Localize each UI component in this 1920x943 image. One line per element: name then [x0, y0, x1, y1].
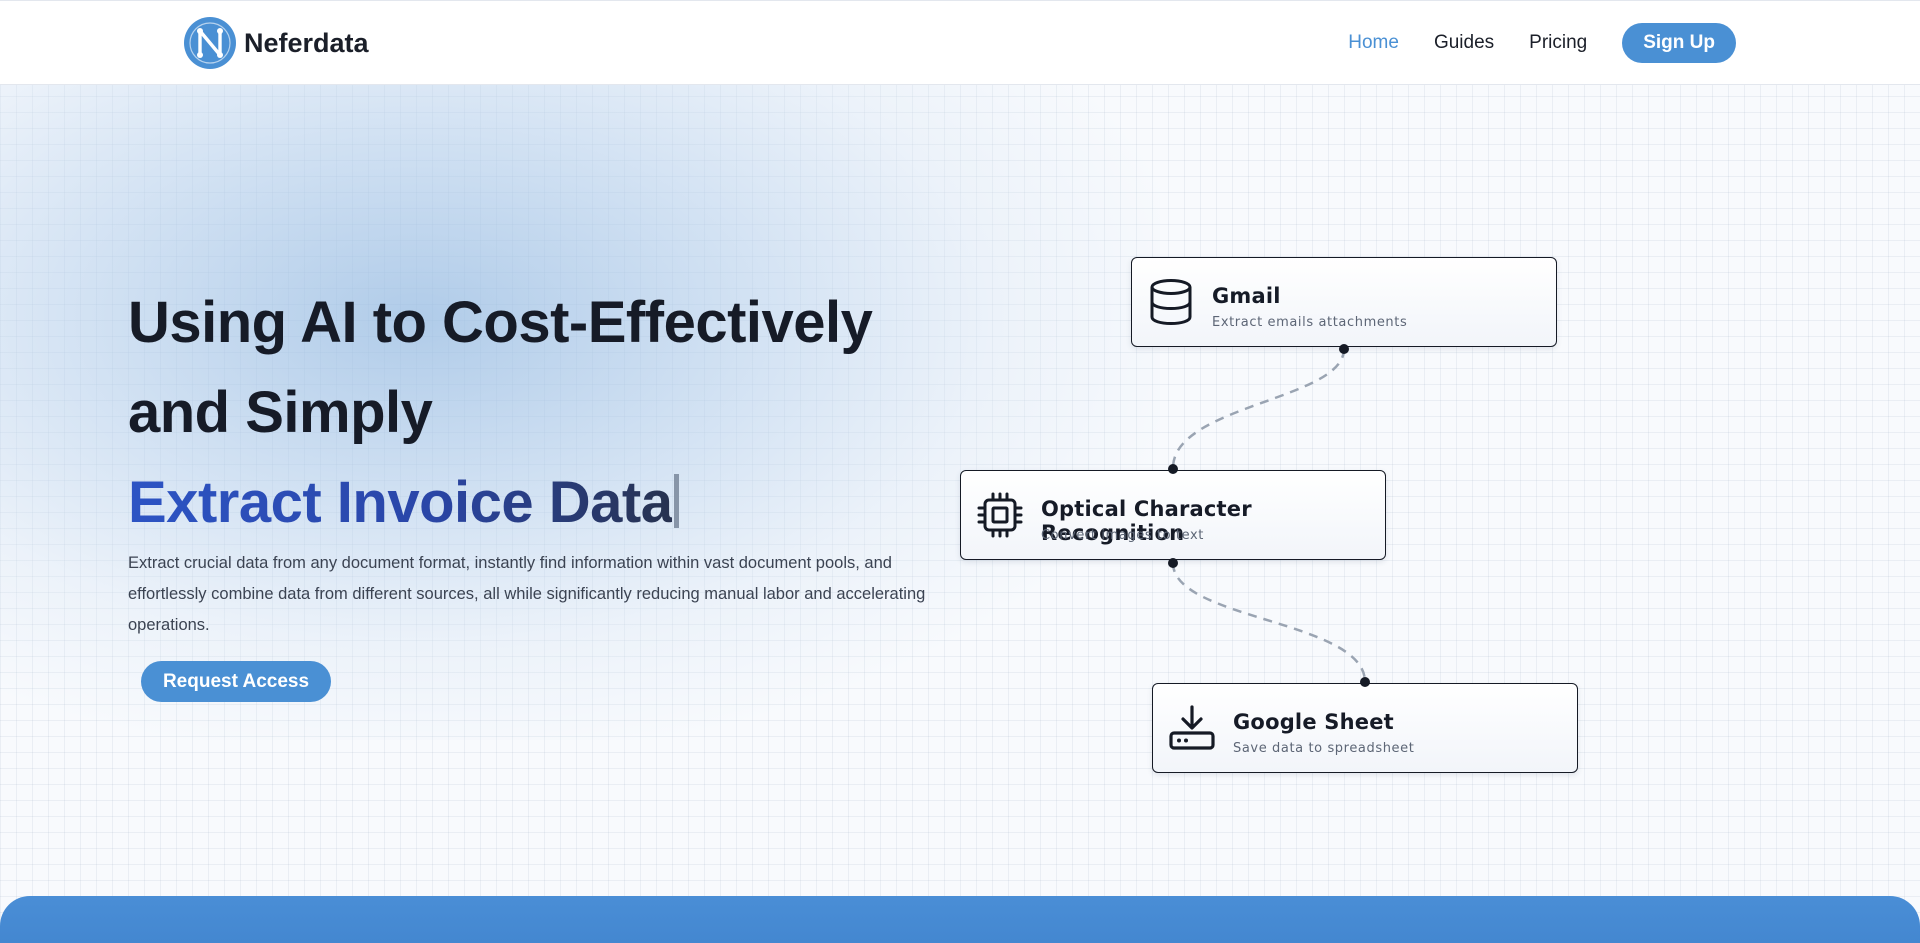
flow-node-subtitle: Extract emails attachments: [1212, 315, 1408, 330]
flow-edge-1: [1171, 348, 1346, 469]
main-nav: Home Guides Pricing Sign Up: [1313, 23, 1736, 63]
top-navbar: Neferdata Home Guides Pricing Sign Up: [0, 0, 1920, 85]
nav-guides-link[interactable]: Guides: [1434, 32, 1494, 54]
brand-logo-icon[interactable]: [184, 17, 236, 69]
flow-node-subtitle: Convert images to text: [1041, 528, 1204, 543]
flow-edge-2: [1171, 562, 1367, 683]
flow-node-ocr[interactable]: Optical Character Recognition Convert im…: [960, 470, 1386, 560]
footer-band: [0, 896, 1920, 943]
connector-dot[interactable]: [1337, 342, 1351, 356]
flow-node-google-sheet[interactable]: Google Sheet Save data to spreadsheet: [1152, 683, 1578, 773]
sign-up-button[interactable]: Sign Up: [1622, 23, 1736, 63]
flow-node-title: Google Sheet: [1233, 710, 1394, 734]
connector-dot[interactable]: [1166, 556, 1180, 570]
nav-pricing-link[interactable]: Pricing: [1529, 32, 1587, 54]
flow-edges: [1171, 348, 1367, 683]
flow-node-gmail[interactable]: Gmail Extract emails attachments: [1131, 257, 1557, 347]
flow-node-subtitle: Save data to spreadsheet: [1233, 741, 1415, 756]
database-icon: [1146, 277, 1196, 327]
connector-dot[interactable]: [1358, 675, 1372, 689]
flow-node-title: Gmail: [1212, 284, 1281, 308]
connector-dot[interactable]: [1166, 462, 1180, 476]
nav-home-link[interactable]: Home: [1348, 32, 1399, 54]
download-drive-icon: [1167, 703, 1217, 753]
brand[interactable]: Neferdata: [184, 17, 369, 69]
cpu-chip-icon: [975, 490, 1025, 540]
brand-name[interactable]: Neferdata: [244, 28, 369, 59]
